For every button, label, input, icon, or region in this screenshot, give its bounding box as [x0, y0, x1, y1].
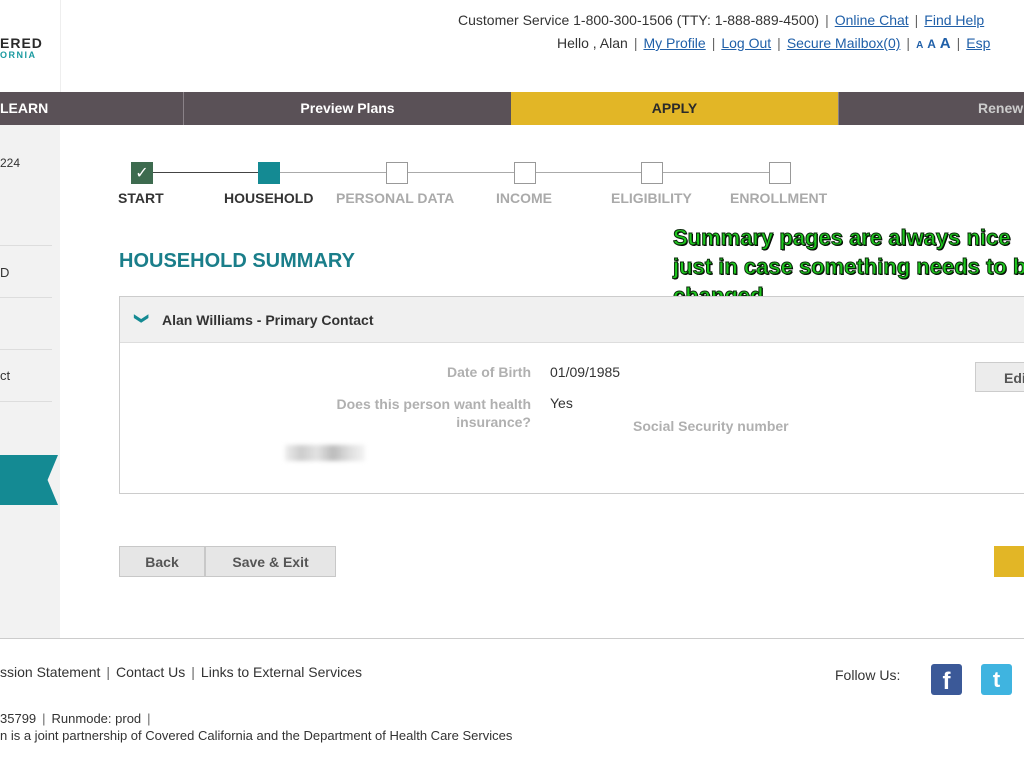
- log-out-link[interactable]: Log Out: [721, 35, 771, 51]
- ssn-redacted-value: [285, 445, 365, 461]
- stepper-line: [153, 172, 258, 173]
- step-label-personal-data: PERSONAL DATA: [336, 190, 455, 206]
- follow-us-label: Follow Us:: [835, 667, 901, 683]
- dob-label: Date of Birth: [447, 364, 531, 380]
- insurance-label: Does this person want health insurance?: [336, 396, 531, 430]
- greeting-text: Hello , Alan: [557, 35, 628, 51]
- step-label-start: START: [118, 190, 164, 206]
- save-exit-button[interactable]: Save & Exit: [205, 546, 336, 577]
- continue-button[interactable]: [994, 546, 1024, 577]
- nav-apply[interactable]: APPLY: [511, 92, 838, 125]
- sidebar-ribbon: [0, 455, 58, 505]
- member-name: Alan Williams - Primary Contact: [162, 312, 374, 328]
- sidebar-item-id: 224: [0, 156, 21, 170]
- left-sidebar: 224 D ct: [0, 125, 60, 638]
- build-number: 35799: [0, 711, 37, 726]
- sidebar-item-3[interactable]: ct: [0, 368, 10, 383]
- facebook-icon[interactable]: f: [931, 664, 962, 695]
- step-label-household: HOUSEHOLD: [224, 190, 314, 206]
- step-label-enrollment: ENROLLMENT: [730, 190, 828, 206]
- espanol-link[interactable]: Esp: [966, 35, 990, 51]
- covered-california-logo[interactable]: ERED ORNIA: [0, 0, 61, 92]
- step-label-eligibility: ELIGIBILITY: [611, 190, 692, 206]
- header-top-line: Customer Service 1-800-300-1506 (TTY: 1-…: [458, 12, 985, 28]
- edit-button-label: Edi: [1004, 370, 1024, 386]
- member-panel-header[interactable]: ❯ Alan Williams - Primary Contact: [120, 297, 1024, 343]
- online-chat-link[interactable]: Online Chat: [835, 12, 909, 28]
- runmode-text: Runmode: prod: [51, 711, 142, 726]
- logo-text-line2: ORNIA: [0, 50, 37, 60]
- chevron-down-icon[interactable]: ❯: [133, 313, 150, 325]
- contact-us-link[interactable]: Contact Us: [116, 664, 185, 680]
- secure-mailbox-link[interactable]: Secure Mailbox(0): [787, 35, 901, 51]
- step-income-box: [514, 162, 536, 184]
- mission-statement-link[interactable]: ssion Statement: [0, 664, 100, 680]
- step-eligibility-box: [641, 162, 663, 184]
- partnership-text: n is a joint partnership of Covered Cali…: [0, 728, 513, 743]
- step-personal-data-box: [386, 162, 408, 184]
- step-household-box: [258, 162, 280, 184]
- footer-build-info: 35799 | Runmode: prod |: [0, 711, 151, 726]
- font-size-small[interactable]: A: [916, 40, 923, 51]
- font-size-medium[interactable]: A: [927, 37, 936, 51]
- sidebar-divider: [0, 349, 52, 350]
- sidebar-divider: [0, 401, 52, 402]
- insurance-value: Yes: [550, 395, 573, 411]
- step-start-check-icon: ✓: [131, 162, 153, 184]
- ssn-label: Social Security number: [633, 418, 789, 434]
- dob-value: 01/09/1985: [550, 364, 621, 380]
- edit-button[interactable]: Edi: [975, 362, 1024, 392]
- header-user-line: Hello , Alan | My Profile | Log Out | Secure M…: [557, 35, 991, 52]
- step-label-income: INCOME: [496, 190, 552, 206]
- footer-divider: [0, 638, 1024, 639]
- customer-service-text: Customer Service 1-800-300-1506 (TTY: 1-…: [458, 12, 820, 28]
- sidebar-item-2[interactable]: D: [0, 265, 9, 280]
- sidebar-divider: [0, 297, 52, 298]
- find-help-link[interactable]: Find Help: [924, 12, 984, 28]
- my-profile-link[interactable]: My Profile: [643, 35, 705, 51]
- footer-links: ssion Statement | Contact Us | Links to Exte…: [0, 664, 362, 680]
- back-button[interactable]: Back: [119, 546, 205, 577]
- font-size-large[interactable]: A: [940, 35, 951, 52]
- logo-text-line1: ERED: [0, 35, 43, 51]
- main-nav: LEARN Preview Plans APPLY Renew: [0, 92, 1024, 125]
- step-enrollment-box: [769, 162, 791, 184]
- twitter-icon[interactable]: t: [981, 664, 1012, 695]
- page-title: HOUSEHOLD SUMMARY: [119, 250, 355, 272]
- nav-preview-plans[interactable]: Preview Plans: [183, 92, 511, 125]
- sidebar-divider: [0, 245, 52, 246]
- external-services-link[interactable]: Links to External Services: [201, 664, 362, 680]
- nav-renew[interactable]: Renew: [838, 92, 1024, 125]
- nav-learn[interactable]: LEARN: [0, 92, 183, 125]
